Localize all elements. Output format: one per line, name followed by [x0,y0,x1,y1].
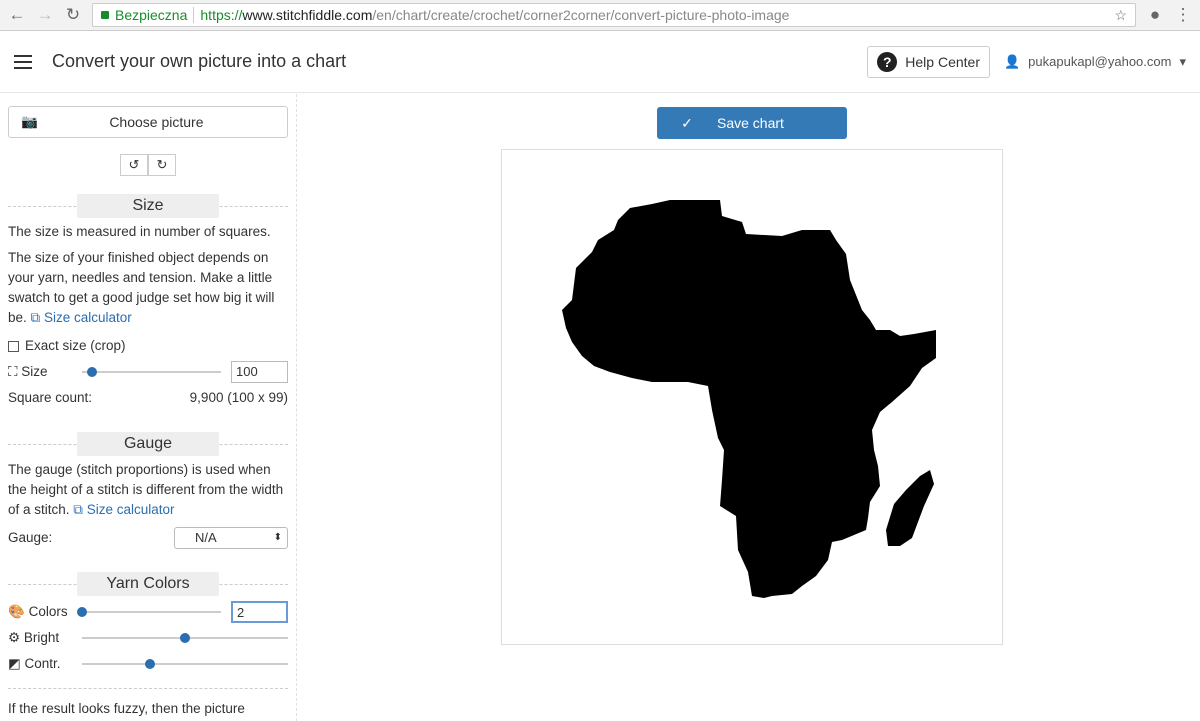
size-heading: Size [77,194,219,218]
url-host: www.stitchfiddle.com [242,7,373,23]
palette-icon: 🎨 [8,604,25,619]
forward-icon[interactable]: → [36,5,54,25]
exact-size-checkbox[interactable]: Exact size (crop) [8,334,288,358]
size-description: The size of your finished object depends… [8,248,288,328]
user-email: pukapukapl@yahoo.com [1028,54,1172,69]
user-icon: 👤 [1003,53,1021,69]
menu-icon[interactable]: ⋮ [1174,5,1192,25]
camera-icon: 📷 [21,114,38,129]
size-calculator-link[interactable]: ⧉ Size calculator [31,310,132,325]
size-slider[interactable] [82,367,221,377]
hamburger-menu-icon[interactable] [14,54,32,69]
chart-preview[interactable] [501,149,1003,645]
colors-label: Colors [28,604,68,619]
contr-label: Contr. [24,656,61,671]
bright-label: Bright [23,630,60,645]
africa-silhouette [562,200,936,598]
address-bar[interactable]: Bezpieczna https://www.stitchfiddle.com/… [92,3,1136,27]
rotate-right-icon[interactable]: ↻ [148,154,176,176]
gauge-description: The gauge (stitch proportions) is used w… [8,460,288,520]
url-scheme: https:// [200,7,243,23]
sidebar: 📷 Choose picture ↺ ↻ Size The size is mea… [0,94,297,721]
square-count-value: 9,900 (100 x 99) [189,390,288,405]
choose-picture-label: Choose picture [109,114,204,130]
user-menu[interactable]: 👤 pukapukapl@yahoo.com ▾ [1004,54,1186,70]
resize-icon: ⛶ [8,364,18,379]
gauge-label: Gauge: [8,530,53,545]
link-label: Size calculator [43,310,132,325]
save-label: Save chart [717,115,784,131]
page-title: Convert your own picture into a chart [52,51,347,71]
divider [8,688,288,689]
help-label: Help Center [905,53,980,70]
divider [193,7,195,23]
size-label-wrap: ⛶ Size [8,362,82,382]
size-label: Size [21,364,48,379]
exact-size-label: Exact size (crop) [25,338,126,353]
size-text: The size is measured in number of square… [8,224,271,239]
size-input[interactable]: 100 [231,361,288,383]
caret-down-icon: ▾ [1179,53,1186,69]
size-calculator-link[interactable]: ⧉ Size calculator [73,502,174,517]
checkbox-icon[interactable] [8,340,19,352]
slider-handle[interactable] [77,607,87,617]
lock-icon [101,11,109,19]
link-label: Size calculator [86,502,175,517]
save-chart-button[interactable]: ✓ Save chart [657,107,847,139]
help-center-button[interactable]: ? Help Center [867,45,990,78]
brightness-slider[interactable] [82,633,288,643]
reload-icon[interactable]: ↻ [64,5,82,25]
size-section-heading: Size [8,194,288,218]
slider-handle[interactable] [180,633,190,643]
rotate-left-icon[interactable]: ↺ [120,154,148,176]
gauge-section-heading: Gauge [8,432,288,456]
contrast-slider[interactable] [82,659,288,669]
chart-area: ✓ Save chart [298,94,1200,721]
square-count-label: Square count: [8,390,93,405]
yarn-colors-section-heading: Yarn Colors [8,572,288,596]
question-icon: ? [877,51,898,72]
gauge-select[interactable]: N/A [174,527,288,549]
slider-handle[interactable] [144,659,155,669]
browser-toolbar: ← → ↻ Bezpieczna https://www.stitchfiddl… [0,0,1200,31]
slider-handle[interactable] [86,367,97,377]
yarn-heading: Yarn Colors [77,572,219,596]
back-icon[interactable]: ← [8,5,26,25]
secure-label: Bezpieczna [115,7,188,23]
check-icon: ✓ [681,114,693,131]
contrast-icon: ◩ [8,656,21,671]
fuzzy-hint: If the result looks fuzzy, then the pict… [8,701,245,716]
app-header: Convert your own picture into a chart ? … [0,31,1200,93]
extension-icon[interactable]: ● [1146,5,1164,25]
bookmark-star-icon[interactable]: ☆ [1114,7,1127,24]
choose-picture-button[interactable]: 📷 Choose picture [8,106,288,138]
colors-input[interactable]: 2 [231,601,288,623]
gauge-heading: Gauge [77,432,219,456]
colors-slider[interactable] [77,607,221,617]
brightness-icon: ⚙ [8,630,21,645]
url-path: /en/chart/create/crochet/corner2corner/c… [372,7,790,23]
